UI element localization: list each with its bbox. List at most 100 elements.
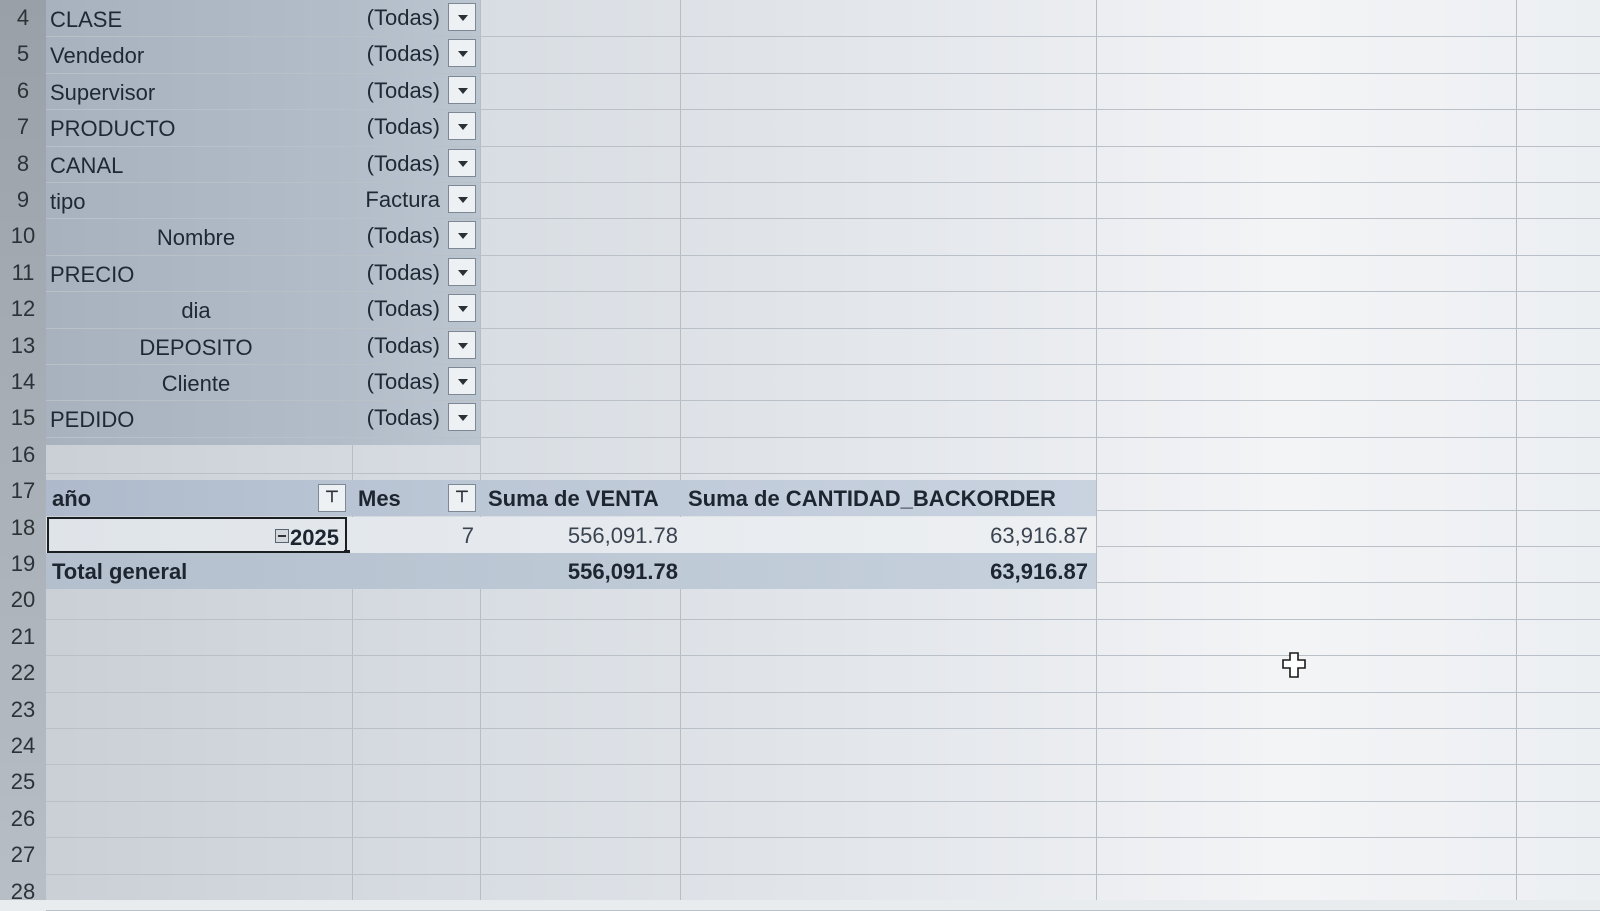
row-divider xyxy=(46,728,1600,729)
row-divider xyxy=(46,764,1600,766)
row-header[interactable]: 21 xyxy=(0,619,46,655)
filter-value[interactable]: (Todas) xyxy=(367,0,440,36)
row-header[interactable]: 12 xyxy=(0,291,46,327)
filter-label: CLASE xyxy=(50,7,123,32)
filter-value[interactable]: (Todas) xyxy=(367,218,440,254)
filter-value[interactable]: Factura xyxy=(365,182,440,218)
filter-label: Nombre xyxy=(156,225,236,251)
row-header[interactable]: 18 xyxy=(0,510,46,546)
filter-row: dia (Todas) xyxy=(46,291,480,327)
chevron-down-icon xyxy=(458,124,468,131)
filter-value[interactable]: (Todas) xyxy=(367,109,440,145)
row-header[interactable]: 24 xyxy=(0,728,46,764)
row-header[interactable]: 7 xyxy=(0,109,46,145)
row-divider xyxy=(46,473,1600,475)
year-value: 2025 xyxy=(290,525,339,550)
filter-dropdown-button[interactable] xyxy=(448,185,476,213)
chevron-down-icon xyxy=(458,51,468,58)
row-header[interactable]: 17 xyxy=(0,473,46,509)
spreadsheet-grid[interactable]: CLASE (Todas) Vendedor (Todas) Supervisor (To… xyxy=(0,0,1600,911)
chevron-down-icon xyxy=(458,160,468,167)
chevron-down-icon xyxy=(458,15,468,21)
filter-dropdown-button[interactable] xyxy=(448,39,476,68)
row-header[interactable]: 5 xyxy=(0,36,46,72)
filter-row: PEDIDO (Todas) xyxy=(46,400,480,436)
filter-label: PRODUCTO xyxy=(50,116,176,142)
filter-label: dia xyxy=(181,298,211,324)
filter-label: Cliente xyxy=(161,371,231,396)
filter-value[interactable]: (Todas) xyxy=(367,255,440,291)
total-sum-venta: 556,091.78 xyxy=(567,559,678,584)
row-divider xyxy=(46,800,1600,802)
row-header[interactable]: 28 xyxy=(0,874,46,910)
filter-row: PRECIO (Todas) xyxy=(46,255,480,291)
filter-label: tipo xyxy=(50,189,86,214)
row-header[interactable]: 22 xyxy=(0,655,46,691)
filter-row: Supervisor (Todas) xyxy=(46,73,480,109)
filter-dropdown-button[interactable] xyxy=(448,257,476,286)
row-header[interactable]: 20 xyxy=(0,582,46,618)
month-header: Mes xyxy=(358,486,401,511)
row-header[interactable]: 27 xyxy=(0,837,46,873)
filter-row: PRODUCTO (Todas) xyxy=(46,109,480,145)
filter-value[interactable]: (Todas) xyxy=(367,146,440,182)
row-header[interactable]: 13 xyxy=(0,328,46,364)
filter-icon: ⊤ xyxy=(325,489,339,506)
filter-label: Supervisor xyxy=(50,79,156,105)
filter-dropdown-button[interactable] xyxy=(448,294,476,323)
total-label: Total general xyxy=(52,559,188,584)
row-header[interactable]: 6 xyxy=(0,73,46,109)
filter-label: PEDIDO xyxy=(50,407,135,433)
filter-value[interactable]: (Todas) xyxy=(367,73,440,109)
row-divider xyxy=(46,837,1600,839)
row-header[interactable]: 9 xyxy=(0,182,46,218)
row-header[interactable]: 16 xyxy=(0,437,46,473)
row-header[interactable]: 10 xyxy=(0,218,46,254)
filter-dropdown-button[interactable] xyxy=(448,330,476,359)
row-divider xyxy=(46,691,1600,693)
filter-label: PRECIO xyxy=(50,261,135,287)
filter-row: Vendedor (Todas) xyxy=(46,36,480,72)
filter-dropdown-button[interactable] xyxy=(448,75,476,104)
sum-venta-value: 556,091.78 xyxy=(567,523,678,548)
row-divider xyxy=(46,873,1600,875)
cross-cursor-icon xyxy=(1282,652,1306,678)
row-header[interactable]: 19 xyxy=(0,546,46,582)
filter-dropdown-button[interactable] xyxy=(448,3,476,31)
pivot-data-row: 2025 7 556,091.78 63,916.87 xyxy=(46,517,1096,556)
row-header[interactable]: 4 xyxy=(0,0,46,36)
filter-dropdown-button[interactable] xyxy=(448,221,476,250)
filter-dropdown-button[interactable] xyxy=(448,112,476,141)
filter-dropdown-button[interactable] xyxy=(448,403,476,432)
pivot-total-row: Total general 556,091.78 63,916.87 xyxy=(46,553,1096,589)
row-header[interactable]: 26 xyxy=(0,801,46,837)
row-header[interactable]: 23 xyxy=(0,692,46,728)
filter-dropdown-button[interactable] xyxy=(448,148,476,177)
chevron-down-icon xyxy=(458,197,468,203)
year-filter-button[interactable]: ⊤ xyxy=(318,484,346,512)
filter-value[interactable]: (Todas) xyxy=(367,400,440,436)
pivot-header-row: año ⊤ Mes ⊤ Suma de VENTA Suma de CANTID… xyxy=(46,480,1096,516)
year-header: año xyxy=(52,486,92,511)
filter-row: tipo Factura xyxy=(46,182,480,218)
month-filter-button[interactable]: ⊤ xyxy=(448,484,476,512)
filter-value[interactable]: (Todas) xyxy=(367,36,440,72)
filter-icon: ⊤ xyxy=(455,489,469,506)
row-divider xyxy=(46,618,1600,620)
sum-backorder-value: 63,916.87 xyxy=(990,523,1088,548)
row-header-strip: 4 5 6 7 8 9 10 11 12 13 14 15 16 17 18 19 20 21 22 23 24 25 26… xyxy=(0,0,46,904)
filter-label: DEPOSITO xyxy=(139,334,253,360)
selected-cell[interactable]: 2025 xyxy=(47,517,350,556)
row-header[interactable]: 25 xyxy=(0,764,46,800)
filter-value[interactable]: (Todas) xyxy=(367,364,440,400)
row-header[interactable]: 11 xyxy=(0,255,46,291)
month-value: 7 xyxy=(461,523,474,548)
row-header[interactable]: 8 xyxy=(0,146,46,182)
row-header[interactable]: 14 xyxy=(0,364,46,400)
row-header[interactable]: 15 xyxy=(0,400,46,436)
filter-label: CANAL xyxy=(50,152,124,178)
filter-value[interactable]: (Todas) xyxy=(367,328,440,364)
filter-dropdown-button[interactable] xyxy=(448,367,476,395)
filter-value[interactable]: (Todas) xyxy=(367,291,440,327)
filter-row: DEPOSITO (Todas) xyxy=(46,328,480,364)
